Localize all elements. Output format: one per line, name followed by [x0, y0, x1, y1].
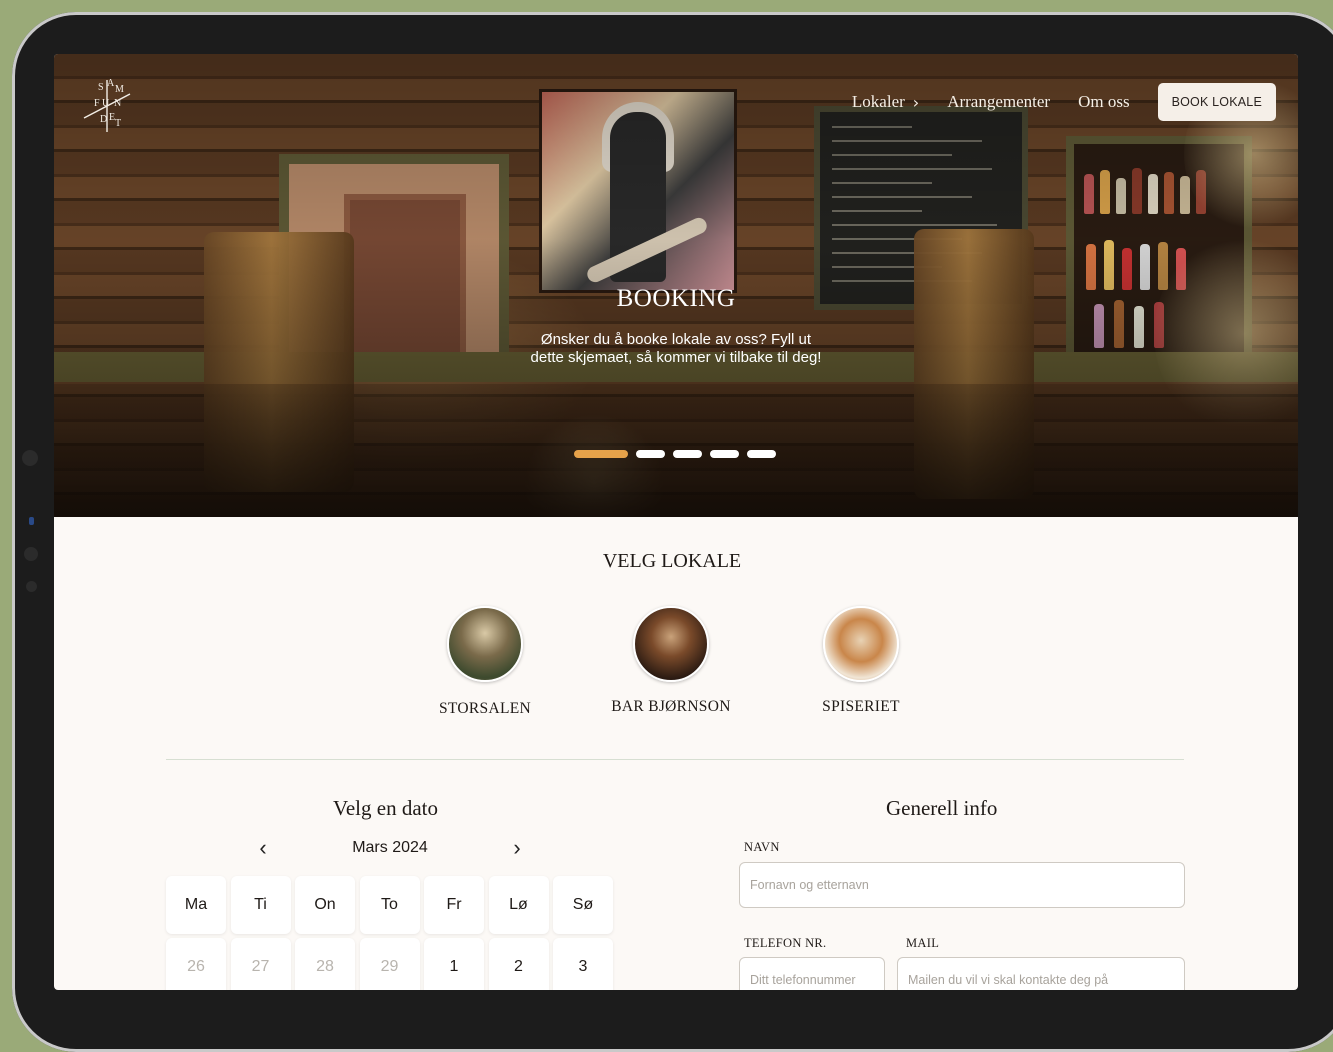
- mail-label: MAIL: [906, 936, 940, 950]
- name-field[interactable]: [739, 862, 1185, 908]
- sensor-dot: [24, 547, 38, 561]
- tablet-frame: SAM FUN DET Lokaler › Arrangementer Om o…: [12, 12, 1333, 1052]
- svg-text:M: M: [115, 84, 124, 95]
- calendar-day[interactable]: 27: [230, 938, 291, 990]
- carousel-dot-2[interactable]: [636, 450, 665, 458]
- name-label: NAVN: [744, 840, 780, 854]
- svg-text:U: U: [102, 98, 110, 109]
- venue-bar-bjornson[interactable]: BAR BJØRNSON: [591, 606, 751, 716]
- calendar-day[interactable]: 28: [295, 938, 355, 990]
- carousel-dot-1[interactable]: [574, 450, 628, 458]
- hero-subtitle: Ønsker du å booke lokale av oss? Fyll ut…: [530, 331, 822, 366]
- samfundet-logo[interactable]: SAM FUN DET: [78, 76, 136, 136]
- nav-om-oss[interactable]: Om oss: [1078, 92, 1129, 112]
- weekday-header: Ti: [230, 876, 291, 934]
- svg-text:A: A: [107, 78, 115, 89]
- svg-text:S: S: [98, 82, 104, 93]
- weekday-header: Lø: [488, 876, 549, 934]
- venue-label: SPISERIET: [822, 698, 900, 715]
- nav-arrangementer[interactable]: Arrangementer: [947, 92, 1050, 112]
- calendar-day[interactable]: 2: [488, 938, 549, 990]
- venue-label: BAR BJØRNSON: [611, 698, 731, 715]
- phone-label: TELEFON NR.: [744, 936, 827, 950]
- carousel-dot-5[interactable]: [747, 450, 776, 458]
- phone-input[interactable]: [740, 958, 884, 990]
- calendar-grid: Ma Ti On To Fr Lø Sø 26 27 28 29 1 2 3: [166, 876, 613, 990]
- calendar-day[interactable]: 26: [166, 938, 226, 990]
- carousel-dot-4[interactable]: [710, 450, 739, 458]
- carousel-dot-3[interactable]: [673, 450, 702, 458]
- logo-icon: S AM FUN D ET: [83, 78, 131, 132]
- svg-text:D: D: [100, 114, 107, 125]
- indicator-light: [29, 517, 34, 525]
- hero-banner: SAM FUN DET Lokaler › Arrangementer Om o…: [54, 54, 1298, 517]
- chevron-left-icon[interactable]: ‹: [250, 837, 276, 859]
- info-title: Generell info: [886, 796, 998, 820]
- nav-lokaler-label: Lokaler: [851, 92, 905, 111]
- hero-title: BOOKING: [616, 285, 736, 312]
- calendar-day[interactable]: 1: [424, 938, 484, 990]
- venue-storsalen[interactable]: STORSALEN: [405, 606, 565, 718]
- phone-field[interactable]: [739, 957, 885, 990]
- book-lokale-button[interactable]: BOOK LOKALE: [1157, 83, 1276, 121]
- carousel-indicators: [574, 450, 776, 458]
- venue-photo: [633, 606, 709, 682]
- svg-text:T: T: [115, 118, 121, 129]
- mail-field[interactable]: [897, 957, 1185, 990]
- name-input[interactable]: [740, 863, 1184, 907]
- calendar-day[interactable]: 3: [553, 938, 613, 990]
- mail-input[interactable]: [898, 958, 1184, 990]
- weekday-header: Sø: [553, 876, 613, 934]
- weekday-header: On: [295, 876, 355, 934]
- weekday-header: Fr: [424, 876, 484, 934]
- section-divider: [166, 759, 1184, 760]
- weekday-header: Ma: [166, 876, 226, 934]
- venue-label: STORSALEN: [439, 700, 531, 717]
- calendar-day[interactable]: 29: [359, 938, 420, 990]
- screen: SAM FUN DET Lokaler › Arrangementer Om o…: [54, 54, 1298, 990]
- svg-text:F: F: [94, 98, 100, 109]
- calendar-title: Velg en dato: [333, 796, 438, 820]
- camera-dot: [22, 450, 38, 466]
- weekday-header: To: [359, 876, 420, 934]
- sensor-dot-2: [26, 581, 37, 592]
- main-nav: Lokaler › Arrangementer Om oss BOOK LOKA…: [852, 83, 1276, 121]
- venue-spiseriet[interactable]: SPISERIET: [781, 606, 941, 716]
- venue-section-title: VELG LOKALE: [602, 550, 742, 572]
- nav-lokaler[interactable]: Lokaler ›: [852, 92, 919, 112]
- month-navigation: ‹ Mars 2024 ›: [250, 837, 530, 859]
- chevron-right-icon: ›: [912, 92, 920, 112]
- svg-text:N: N: [114, 98, 121, 109]
- chevron-right-icon[interactable]: ›: [504, 837, 530, 859]
- venue-photo: [447, 606, 523, 682]
- venue-photo: [823, 606, 899, 682]
- current-month: Mars 2024: [352, 839, 428, 856]
